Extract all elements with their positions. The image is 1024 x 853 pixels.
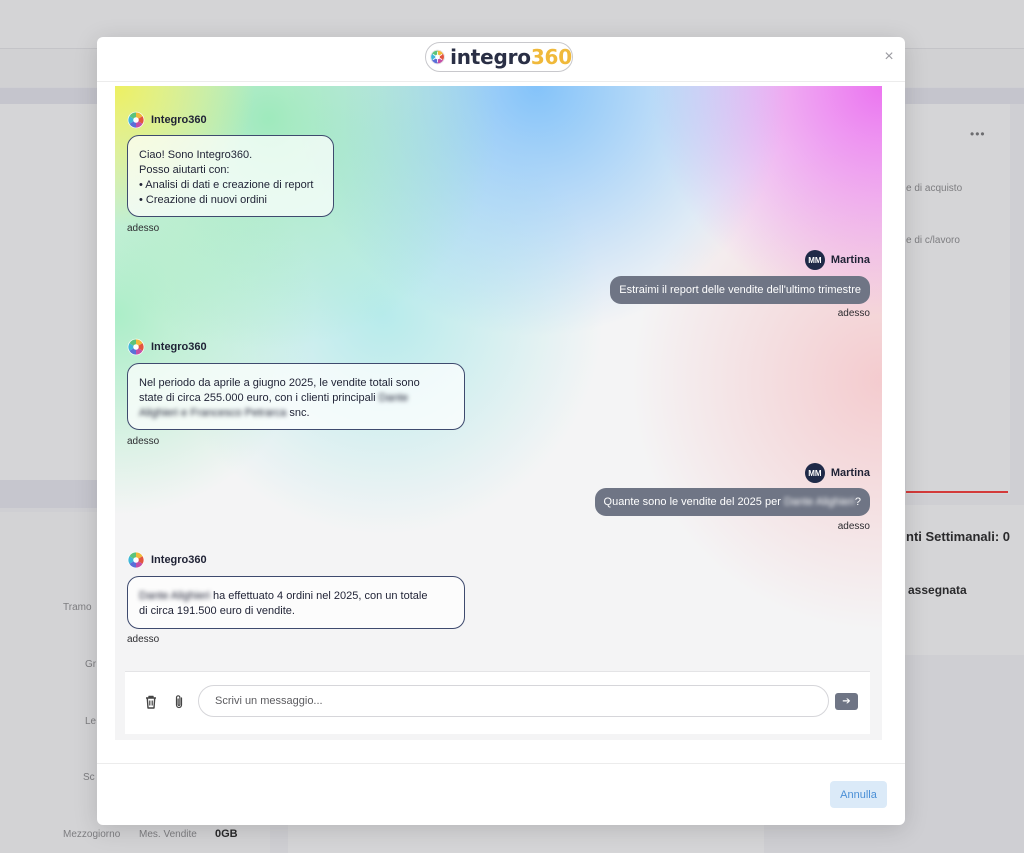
message-text: ha effettuato 4 ordini nel 2025, con un … xyxy=(213,590,428,602)
bot-avatar-icon xyxy=(127,111,145,129)
user-name: Martina xyxy=(830,467,870,479)
bot-message-1: Ciao! Sono Integro360. Posso aiutarti co… xyxy=(127,135,334,217)
background-label-clavoro: e di c/lavoro xyxy=(906,235,960,246)
bot-name: Integro360 xyxy=(151,114,207,126)
bot-message-2: Nel periodo da aprile a giugno 2025, le … xyxy=(127,363,465,430)
user-avatar: MM xyxy=(804,250,825,270)
user-header: MM Martina xyxy=(804,463,870,483)
background-strip xyxy=(0,480,97,508)
background-bottom-col-3: 0GB xyxy=(215,828,238,840)
logo-text-accent: 360 xyxy=(530,45,572,69)
chat-area: Integro360 Ciao! Sono Integro360. Posso … xyxy=(115,86,882,740)
logo-wordmark: integro360 xyxy=(450,45,572,69)
logo-text-main: integro xyxy=(450,45,531,69)
integro360-logo: integro360 xyxy=(425,42,573,72)
background-bottom-col-2: Mes. Vendite xyxy=(139,829,197,840)
message-text: Quante sono le vendite del 2025 per xyxy=(603,496,781,508)
message-text: snc. xyxy=(289,407,310,419)
bot-message-3: Dante Alighieri ha effettuato 4 ordini n… xyxy=(127,576,465,629)
message-line: di circa 191.500 euro di vendite. xyxy=(139,605,295,617)
blurred-client-name: Dante xyxy=(378,392,409,404)
background-bottom-col-1: Mezzogiorno xyxy=(63,829,121,840)
background-left-label-3: Le xyxy=(85,716,97,727)
background-left-label-4: Sc xyxy=(83,772,95,783)
bot-header: Integro360 xyxy=(127,111,207,129)
message-composer: ➔ xyxy=(125,671,870,734)
trash-icon[interactable] xyxy=(143,694,159,710)
message-line: Dante Alighieri ha effettuato 4 ordini n… xyxy=(139,589,453,604)
blurred-client-name: Dante Alighieri xyxy=(139,590,210,602)
modal-header: integro360 × xyxy=(97,37,905,82)
cancel-button[interactable]: Annulla xyxy=(830,781,887,808)
send-button[interactable]: ➔ xyxy=(835,693,858,710)
bot-header: Integro360 xyxy=(127,338,207,356)
integro360-logo-icon xyxy=(430,49,445,65)
message-line: Ciao! Sono Integro360. xyxy=(139,149,253,161)
bot-header: Integro360 xyxy=(127,551,207,569)
message-timestamp: adesso xyxy=(127,634,160,645)
background-left-label-1: Tramo xyxy=(63,602,92,613)
background-red-line xyxy=(906,491,1008,493)
bot-avatar-icon xyxy=(127,551,145,569)
background-label-acquisto: e di acquisto xyxy=(906,183,963,194)
user-header: MM Martina xyxy=(804,250,870,270)
blurred-client-name: Dante Alighieri xyxy=(783,496,855,508)
bot-name: Integro360 xyxy=(151,341,207,353)
message-timestamp: adesso xyxy=(127,436,160,447)
message-line: • Analisi di dati e creazione di report xyxy=(139,179,314,191)
user-name: Martina xyxy=(830,254,870,266)
message-timestamp: adesso xyxy=(127,223,160,234)
modal-footer: Annulla xyxy=(97,763,905,825)
message-line: state di circa 255.000 euro, con i clien… xyxy=(139,391,453,406)
background-left-label-2: Gr xyxy=(85,659,97,670)
bot-avatar-icon xyxy=(127,338,145,356)
message-timestamp: adesso xyxy=(837,308,870,319)
message-line: Posso aiutarti con: xyxy=(139,164,230,176)
message-text: ? xyxy=(854,496,861,508)
paperclip-icon[interactable] xyxy=(171,694,187,710)
message-input[interactable] xyxy=(198,685,829,717)
user-avatar: MM xyxy=(804,463,825,483)
message-line: • Creazione di nuovi ordini xyxy=(139,194,267,206)
user-message-1: Estraimi il report delle vendite dell'ul… xyxy=(610,276,870,304)
message-line: Nel periodo da aprile a giugno 2025, le … xyxy=(139,377,420,389)
close-icon[interactable]: × xyxy=(881,49,897,65)
message-text: state di circa 255.000 euro, con i clien… xyxy=(139,392,376,404)
background-weekly-title: nti Settimanali: 0 xyxy=(906,529,1011,544)
background-panel-right xyxy=(906,104,1010,494)
more-options-icon[interactable]: ••• xyxy=(970,127,986,141)
bot-name: Integro360 xyxy=(151,554,207,566)
blurred-client-name: Alighieri e Francesco Petrarca xyxy=(139,407,287,419)
chat-modal: integro360 × Integro360 Ciao! Sono Integ… xyxy=(97,37,905,825)
message-timestamp: adesso xyxy=(837,521,870,532)
user-message-2: Quante sono le vendite del 2025 per Dant… xyxy=(594,488,870,516)
message-line: Alighieri e Francesco Petrarca snc. xyxy=(139,406,453,421)
background-assigned-label: assegnata xyxy=(908,583,967,597)
background-panel-left xyxy=(0,104,97,480)
